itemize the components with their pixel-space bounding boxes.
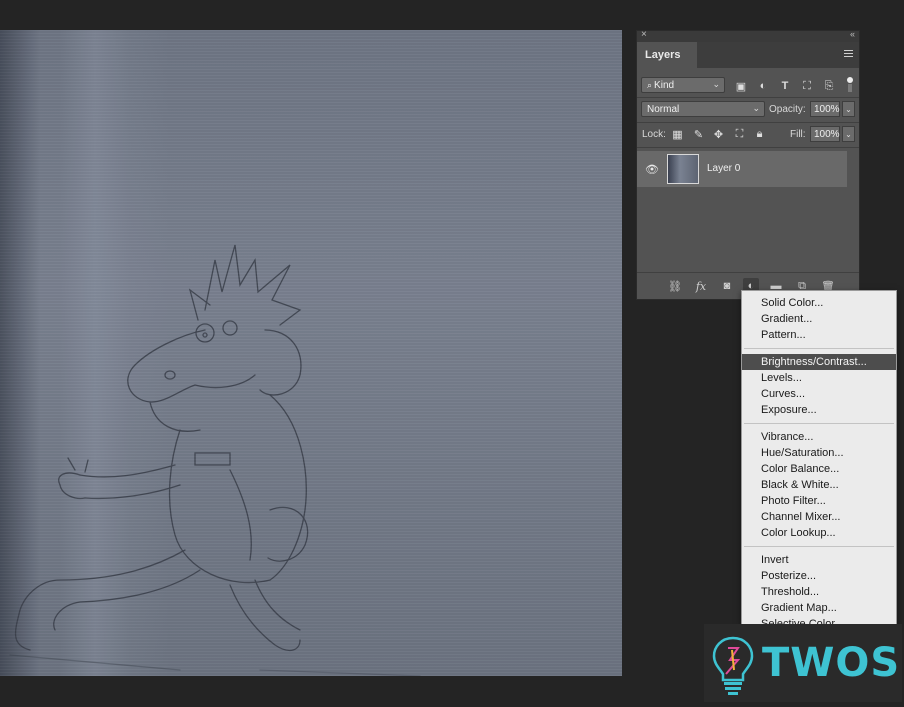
close-panel-icon[interactable]: × (641, 29, 647, 40)
menu-item-color-balance[interactable]: Color Balance... (742, 461, 896, 477)
image-filter-icon[interactable]: ▣ (734, 79, 748, 93)
fill-dropdown-arrow[interactable]: ⌄ (842, 126, 855, 142)
menu-item-posterize[interactable]: Posterize... (742, 568, 896, 584)
watermark-text: TWOS (762, 640, 901, 686)
filter-kind-dropdown[interactable]: ⌕ Kind ⌄ (641, 77, 725, 93)
panel-tab-row: Layers (637, 42, 859, 68)
twos-watermark: TWOS (704, 624, 902, 702)
link-icon[interactable]: ⛓︎ (667, 278, 683, 294)
filter-row: ⌕ Kind ⌄ ▣ ◐ T ⛶ ⎘ (637, 75, 859, 95)
opacity-dropdown-arrow[interactable]: ⌄ (842, 101, 855, 117)
blend-mode-dropdown[interactable]: Normal ⌄ (641, 101, 765, 117)
lock-image-icon[interactable]: ✎ (692, 128, 705, 141)
fill-field[interactable]: 100% (810, 126, 840, 142)
opacity-label: Opacity: (769, 104, 806, 115)
lock-artboard-icon[interactable]: ⛶ (733, 128, 746, 141)
menu-item-invert[interactable]: Invert (742, 552, 896, 568)
mask-icon[interactable]: ◙ (719, 278, 735, 294)
smart-object-filter-icon[interactable]: ⎘ (822, 79, 836, 93)
chevron-down-icon: ⌄ (752, 103, 760, 113)
collapse-panel-icon[interactable]: ‹‹ (850, 29, 855, 39)
menu-item-color-lookup[interactable]: Color Lookup... (742, 525, 896, 541)
menu-item-hue-saturation[interactable]: Hue/Saturation... (742, 445, 896, 461)
adjustment-layer-menu: Solid Color... Gradient... Pattern... Br… (741, 290, 897, 626)
menu-separator (744, 348, 894, 349)
lightbulb-logo-icon (704, 624, 762, 702)
opacity-field[interactable]: 100% (810, 101, 840, 117)
visibility-eye-icon[interactable]: 👁︎ (645, 163, 659, 176)
panel-menu-icon[interactable] (844, 50, 853, 58)
adjustment-filter-icon[interactable]: ◐ (756, 79, 770, 93)
shape-filter-icon[interactable]: ⛶ (800, 79, 814, 93)
layers-panel: × ‹‹ Layers ⌕ Kind ⌄ ▣ ◐ T ⛶ ⎘ Normal ⌄ … (636, 29, 860, 300)
menu-item-gradient[interactable]: Gradient... (742, 311, 896, 327)
menu-separator (744, 546, 894, 547)
menu-item-vibrance[interactable]: Vibrance... (742, 429, 896, 445)
tab-layers[interactable]: Layers (637, 42, 697, 68)
menu-item-brightness-contrast[interactable]: Brightness/Contrast... (742, 354, 896, 370)
menu-item-solid-color[interactable]: Solid Color... (742, 295, 896, 311)
menu-item-threshold[interactable]: Threshold... (742, 584, 896, 600)
fill-label: Fill: (790, 129, 806, 140)
menu-item-photo-filter[interactable]: Photo Filter... (742, 493, 896, 509)
menu-item-curves[interactable]: Curves... (742, 386, 896, 402)
filter-kind-label: Kind (654, 79, 675, 91)
lock-row: Lock: ▦ ✎ ✥ ⛶ 🔒︎ Fill: 100% ⌄ (637, 126, 859, 144)
menu-separator (744, 423, 894, 424)
blend-row: Normal ⌄ Opacity: 100% ⌄ (637, 101, 859, 119)
blend-mode-value: Normal (647, 103, 680, 115)
panel-titlebar[interactable]: × ‹‹ (637, 29, 859, 42)
layer-row[interactable]: 👁︎ Layer 0 (637, 151, 847, 187)
fx-icon[interactable]: fx (693, 278, 709, 294)
layer-name: Layer 0 (707, 163, 741, 174)
lock-label: Lock: (642, 129, 666, 140)
menu-item-black-white[interactable]: Black & White... (742, 477, 896, 493)
lock-transparent-icon[interactable]: ▦ (671, 128, 684, 141)
search-icon: ⌕ (647, 79, 653, 90)
lock-position-icon[interactable]: ✥ (712, 128, 725, 141)
chevron-down-icon: ⌄ (712, 79, 720, 89)
pencil-sketch-image (9, 244, 421, 676)
document-canvas[interactable] (0, 30, 622, 676)
layer-thumbnail (667, 154, 699, 184)
menu-item-channel-mixer[interactable]: Channel Mixer... (742, 509, 896, 525)
menu-item-levels[interactable]: Levels... (742, 370, 896, 386)
menu-item-exposure[interactable]: Exposure... (742, 402, 896, 418)
lock-all-icon[interactable]: 🔒︎ (753, 128, 766, 141)
filter-toggle[interactable] (847, 77, 853, 93)
type-filter-icon[interactable]: T (778, 79, 792, 93)
menu-item-pattern[interactable]: Pattern... (742, 327, 896, 343)
menu-item-gradient-map[interactable]: Gradient Map... (742, 600, 896, 616)
